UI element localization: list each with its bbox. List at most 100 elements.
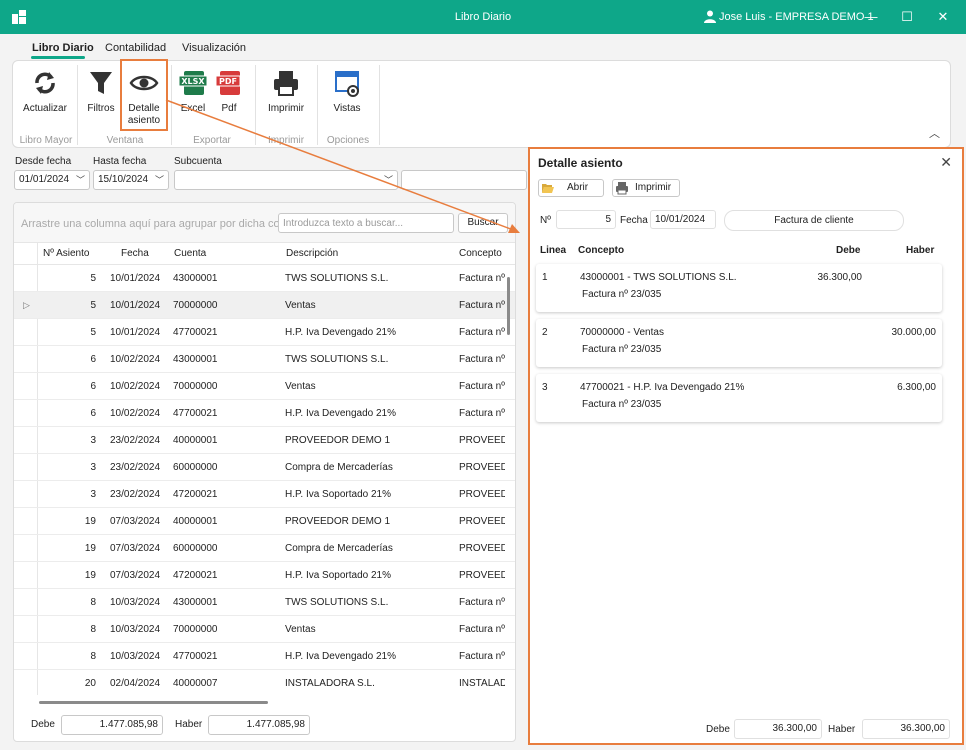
cell-cuenta: 47200021 [173,570,218,581]
cell-cuenta: 40000007 [173,678,218,689]
cell-fecha: 10/01/2024 [110,300,161,311]
cell-asiento: 5 [90,300,96,311]
table-row[interactable]: 3 23/02/2024 40000001 PROVEEDOR DEMO 1 PROVE… [14,427,515,454]
grid-search-input[interactable]: Introduzca texto a buscar... [278,213,454,233]
detail-line-card[interactable]: 1 43000001 - TWS SOLUTIONS S.L. Factura nº… [536,264,942,312]
col-concepto: Concepto [578,245,625,256]
col-cuenta[interactable]: Cuenta [174,248,206,259]
table-row[interactable]: 8 10/03/2024 70000000 Ventas Factura nº [14,616,515,643]
table-row[interactable]: 5 10/01/2024 47700021 H.P. Iva Devengado 21… [14,319,515,346]
table-row[interactable]: 8 10/03/2024 43000001 TWS SOLUTIONS S.L. Fac… [14,589,515,616]
desde-fecha-select[interactable]: 01/01/2024 ﹀ [14,170,90,190]
collapse-ribbon-icon[interactable]: ︿ [929,125,940,141]
cell-asiento: 5 [90,273,96,284]
refresh-icon [29,67,61,99]
tab-contabilidad[interactable]: Contabilidad [105,42,166,54]
close-icon[interactable]: ✕ [940,154,952,171]
close-window-button[interactable]: ✕ [928,7,958,27]
table-row[interactable]: ▷ 5 10/01/2024 70000000 Ventas Factura nº 23/… [14,292,515,319]
cell-cuenta: 47700021 [173,651,218,662]
col-linea: Linea [540,245,567,256]
fecha-label: Fecha [620,215,648,226]
col-asiento[interactable]: Nº Asiento [43,248,89,259]
cell-descripcion: Ventas [285,300,316,311]
fecha-field[interactable]: 10/01/2024 [650,210,716,229]
table-row[interactable]: 6 10/02/2024 47700021 H.P. Iva Devengado 21… [14,400,515,427]
table-row[interactable]: 8 10/03/2024 47700021 H.P. Iva Devengado 21… [14,643,515,670]
table-row[interactable]: 19 07/03/2024 47200021 H.P. Iva Soportado 2… [14,562,515,589]
cell-asiento: 19 [84,543,96,554]
cell-descripcion: H.P. Iva Devengado 21% [285,408,397,419]
table-row[interactable]: 20 02/04/2024 40000007 INSTALADORA S.L. INST… [14,670,515,695]
tab-visualizacion[interactable]: Visualización [182,42,246,54]
cell-cuenta: 43000001 [173,354,218,365]
table-row[interactable]: 19 07/03/2024 40000001 PROVEEDOR DEMO 1 PROV… [14,508,515,535]
desde-fecha-label: Desde fecha [15,156,72,167]
cell-cuenta: 70000000 [173,381,218,392]
cell-asiento: 5 [90,327,96,338]
horizontal-scrollbar[interactable] [39,701,268,704]
svg-text:XLSX: XLSX [181,77,205,86]
group-libro-mayor: Libro Mayor [19,135,73,146]
table-row[interactable]: 19 07/03/2024 60000000 Compra de Mercadería… [14,535,515,562]
user-label[interactable]: Jose Luis - EMPRESA DEMO 1 [719,11,874,23]
pdf-icon: PDF [213,67,245,99]
excel-button[interactable]: XLSX Excel [177,61,209,115]
cell-fecha: 10/02/2024 [110,408,161,419]
filtros-label: Filtros [87,103,115,114]
detail-imprimir-button[interactable]: Imprimir [612,179,680,197]
col-descripcion[interactable]: Descripción [286,248,338,259]
tab-libro-diario[interactable]: Libro Diario [32,42,94,54]
subcuenta-name-field[interactable] [401,170,527,190]
vistas-button[interactable]: Vistas [327,61,367,115]
table-row[interactable]: 5 10/01/2024 43000001 TWS SOLUTIONS S.L. Fac… [14,265,515,292]
group-by-bar[interactable]: Arrastre una columna aquí para agrupar p… [14,203,515,243]
cell-concepto: PROVEEDOR [459,489,505,500]
cell-fecha: 10/01/2024 [110,273,161,284]
cell-cuenta: 47700021 [173,327,218,338]
imprimir-button[interactable]: Imprimir [263,61,309,115]
cell-concepto: Factura nº [459,624,505,635]
group-imprimir: Imprimir [267,135,305,146]
table-row[interactable]: 3 23/02/2024 60000000 Compra de Mercaderías… [14,454,515,481]
debe-total-label: Debe [706,724,730,735]
filtros-button[interactable]: Filtros [83,61,119,115]
actualizar-button[interactable]: Actualizar [19,61,71,115]
detail-debe: 36.300,00 [817,272,863,283]
subcuenta-select[interactable]: ﹀ [174,170,398,190]
cell-cuenta: 70000000 [173,624,218,635]
cell-asiento: 6 [90,408,96,419]
table-row[interactable]: 6 10/02/2024 70000000 Ventas Factura nº [14,373,515,400]
col-fecha[interactable]: Fecha [121,248,149,259]
xlsx-icon: XLSX [177,67,209,99]
col-concepto[interactable]: Concepto [459,248,502,259]
debe-total-value: 1.477.085,98 [61,715,163,735]
haber-total-label: Haber [175,719,203,730]
detail-line-card[interactable]: 2 70000000 - Ventas Factura nº 23/035 30.00… [536,319,942,367]
table-row[interactable]: 3 23/02/2024 47200021 H.P. Iva Soportado 21… [14,481,515,508]
cell-cuenta: 40000001 [173,435,218,446]
pdf-button[interactable]: PDF Pdf [213,61,245,115]
detail-line-card[interactable]: 3 47700021 - H.P. Iva Devengado 21% Factur… [536,374,942,422]
minimize-button[interactable]: — [856,7,886,27]
hasta-fecha-value: 15/10/2024 [98,174,149,185]
ribbon-separator [171,65,172,145]
buscar-button[interactable]: Buscar [458,213,508,233]
table-row[interactable]: 6 10/02/2024 43000001 TWS SOLUTIONS S.L. Fac… [14,346,515,373]
maximize-button[interactable]: ☐ [892,7,922,27]
vertical-scrollbar[interactable] [507,277,510,335]
abrir-button[interactable]: Abrir [538,179,604,197]
num-asiento-field[interactable]: 5 [556,210,616,229]
hasta-fecha-label: Hasta fecha [93,156,147,167]
cell-asiento: 3 [90,489,96,500]
title-bar: Libro Diario Jose Luis - EMPRESA DEMO 1 … [0,0,966,34]
pdf-label: Pdf [221,103,237,114]
ribbon-tabs: Libro Diario Contabilidad Visualización [0,34,966,60]
cell-asiento: 3 [90,462,96,473]
views-icon [331,67,363,99]
group-ventana: Ventana [106,135,144,146]
chevron-down-icon: ﹀ [75,175,85,185]
hasta-fecha-select[interactable]: 15/10/2024 ﹀ [93,170,169,190]
filter-icon [85,67,117,99]
cell-fecha: 10/02/2024 [110,381,161,392]
